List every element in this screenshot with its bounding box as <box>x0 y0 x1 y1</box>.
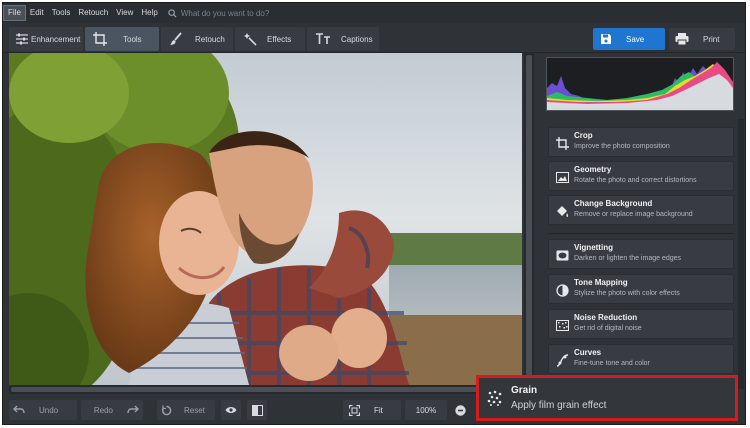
menu-tools[interactable]: Tools <box>48 5 75 21</box>
tool-grain-desc: Apply film grain effect <box>511 400 607 411</box>
tool-geometry-desc: Rotate the photo and correct distortions <box>574 177 697 184</box>
print-button[interactable]: Print <box>669 28 735 50</box>
tab-effects-label: Effects <box>267 34 292 44</box>
menu-edit[interactable]: Edit <box>26 5 48 21</box>
tab-captions-label: Captions <box>341 34 373 44</box>
canvas-vertical-scrollbar[interactable] <box>524 53 534 385</box>
sliders-icon <box>16 33 28 45</box>
tool-vignetting-desc: Darken or lighten the image edges <box>574 255 682 262</box>
tools-panel: Crop Improve the photo composition Geome… <box>540 53 745 395</box>
undo-icon <box>13 405 25 414</box>
main-toolbar: Enhancement Tools Retouch Effects Captio… <box>3 23 745 53</box>
curves-icon <box>554 352 570 368</box>
zoom-out-icon <box>454 404 466 416</box>
tool-noise-reduction-desc: Get rid of digital noise <box>574 325 642 332</box>
tool-crop[interactable]: Crop Improve the photo composition <box>548 127 734 157</box>
reset-button[interactable]: Reset <box>157 400 215 420</box>
tool-vignetting[interactable]: Vignetting Darken or lighten the image e… <box>548 239 734 269</box>
vignette-icon <box>554 247 570 263</box>
crop-icon <box>554 135 570 151</box>
tab-tools[interactable]: Tools <box>85 27 159 51</box>
tool-grain-title: Grain <box>511 385 538 396</box>
tool-change-background-title: Change Background <box>574 199 653 208</box>
print-button-label: Print <box>703 34 720 44</box>
tool-curves[interactable]: Curves Fine-tune tone and color <box>548 344 734 374</box>
text-icon <box>316 33 330 44</box>
tool-curves-title: Curves <box>574 348 602 357</box>
magic-wand-icon <box>244 33 257 46</box>
tab-enhancement[interactable]: Enhancement <box>9 27 83 51</box>
reset-icon <box>161 405 172 415</box>
tab-enhancement-label: Enhancement <box>31 34 81 44</box>
fit-button[interactable]: Fit <box>343 400 401 420</box>
panel-scrollbar[interactable] <box>738 119 744 389</box>
photo-canvas[interactable] <box>9 53 522 385</box>
grain-icon <box>487 390 503 408</box>
compare-icon <box>251 404 263 416</box>
tool-curves-desc: Fine-tune tone and color <box>574 360 650 367</box>
menu-help[interactable]: Help <box>137 5 161 21</box>
command-search-placeholder: What do you want to do? <box>180 8 270 18</box>
undo-button[interactable]: Undo <box>9 400 77 420</box>
geometry-icon <box>554 169 570 185</box>
histogram-graph <box>547 58 733 110</box>
redo-button[interactable]: Redo <box>81 400 143 420</box>
tab-retouch[interactable]: Retouch <box>161 27 233 51</box>
zoom-level[interactable]: 100% <box>405 400 447 420</box>
tool-noise-reduction-title: Noise Reduction <box>574 313 638 322</box>
canvas-vertical-scroll-thumb[interactable] <box>526 55 532 381</box>
paint-bucket-icon <box>554 203 570 219</box>
command-search[interactable]: What do you want to do? <box>168 8 270 18</box>
tool-crop-title: Crop <box>574 131 593 140</box>
canvas-horizontal-scrollbar[interactable] <box>9 385 524 394</box>
zoom-level-value: 100% <box>415 405 437 415</box>
menu-view[interactable]: View <box>112 5 137 21</box>
compare-button[interactable] <box>247 400 267 420</box>
eye-icon <box>225 407 237 413</box>
tool-grain[interactable]: Grain Apply film grain effect <box>476 375 738 421</box>
panel-divider <box>548 233 734 234</box>
printer-icon <box>675 33 689 45</box>
save-button[interactable]: Save <box>593 28 665 50</box>
tool-noise-reduction[interactable]: Noise Reduction Get rid of digital noise <box>548 309 734 339</box>
tool-geometry[interactable]: Geometry Rotate the photo and correct di… <box>548 161 734 191</box>
tool-crop-desc: Improve the photo composition <box>574 143 670 150</box>
menu-retouch[interactable]: Retouch <box>74 5 112 21</box>
tool-tone-mapping[interactable]: Tone Mapping Stylize the photo with colo… <box>548 274 734 304</box>
preview-toggle-button[interactable] <box>221 400 241 420</box>
tab-retouch-label: Retouch <box>195 34 225 44</box>
undo-label: Undo <box>39 405 59 415</box>
fit-label: Fit <box>374 405 383 415</box>
tool-vignetting-title: Vignetting <box>574 243 613 252</box>
save-button-label: Save <box>626 34 645 44</box>
zoom-out-button[interactable] <box>451 400 469 420</box>
tab-captions[interactable]: Captions <box>307 27 379 51</box>
menu-bar: File Edit Tools Retouch View Help What d… <box>3 3 745 23</box>
tool-geometry-title: Geometry <box>574 165 612 174</box>
noise-icon <box>554 317 570 333</box>
tool-change-background[interactable]: Change Background Remove or replace imag… <box>548 195 734 225</box>
brush-icon <box>170 32 182 45</box>
photo-image <box>9 53 522 385</box>
tab-tools-label: Tools <box>123 34 142 44</box>
tool-tone-mapping-title: Tone Mapping <box>574 278 628 287</box>
tool-change-background-desc: Remove or replace image background <box>574 211 693 218</box>
reset-label: Reset <box>184 405 205 415</box>
tool-tone-mapping-desc: Stylize the photo with color effects <box>574 290 680 297</box>
fit-screen-icon <box>349 404 360 416</box>
tone-icon <box>554 282 570 298</box>
canvas-horizontal-scroll-thumb[interactable] <box>11 387 520 392</box>
menu-file[interactable]: File <box>3 5 26 21</box>
crop-icon <box>93 32 107 46</box>
tab-effects[interactable]: Effects <box>235 27 305 51</box>
redo-icon <box>127 405 139 414</box>
floppy-disk-icon <box>601 34 611 44</box>
search-icon <box>168 8 177 18</box>
photo-editor-window: File Edit Tools Retouch View Help What d… <box>2 2 746 425</box>
redo-label: Redo <box>93 405 113 415</box>
histogram <box>546 57 734 111</box>
